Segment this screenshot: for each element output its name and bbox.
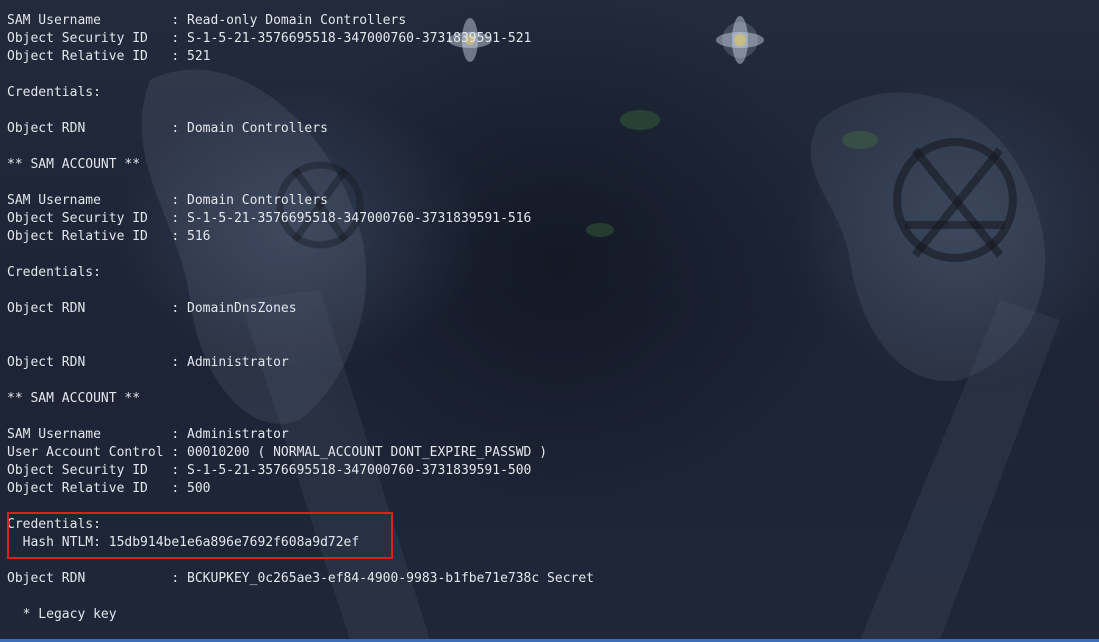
output-line: Object RDN : BCKUPKEY_0c265ae3-ef84-4900… [7,571,594,586]
output-line: Object RDN : Administrator [7,355,289,370]
output-line: SAM Username : Administrator [7,427,289,442]
output-line: Object Relative ID : 500 [7,481,211,496]
output-line: Object Relative ID : 521 [7,49,211,64]
output-line: Object Security ID : S-1-5-21-3576695518… [7,31,532,46]
output-line: Credentials: [7,85,101,100]
output-line: Object Relative ID : 516 [7,229,211,244]
output-line: ** SAM ACCOUNT ** [7,391,141,406]
output-line: * Legacy key [7,607,117,622]
terminal-window[interactable]: SAM Username : Read-only Domain Controll… [0,0,1099,642]
output-line: SAM Username : Read-only Domain Controll… [7,13,407,28]
output-line: Object Security ID : S-1-5-21-3576695518… [7,211,532,226]
output-line: Object Security ID : S-1-5-21-3576695518… [7,463,532,478]
output-line: Credentials: [7,265,101,280]
output-line: SAM Username : Domain Controllers [7,193,328,208]
credentials-highlight-box [7,512,393,559]
output-line: Object RDN : DomainDnsZones [7,301,297,316]
output-line: Object RDN : Domain Controllers [7,121,328,136]
output-line: ** SAM ACCOUNT ** [7,157,141,172]
output-line: User Account Control : 00010200 ( NORMAL… [7,445,548,460]
